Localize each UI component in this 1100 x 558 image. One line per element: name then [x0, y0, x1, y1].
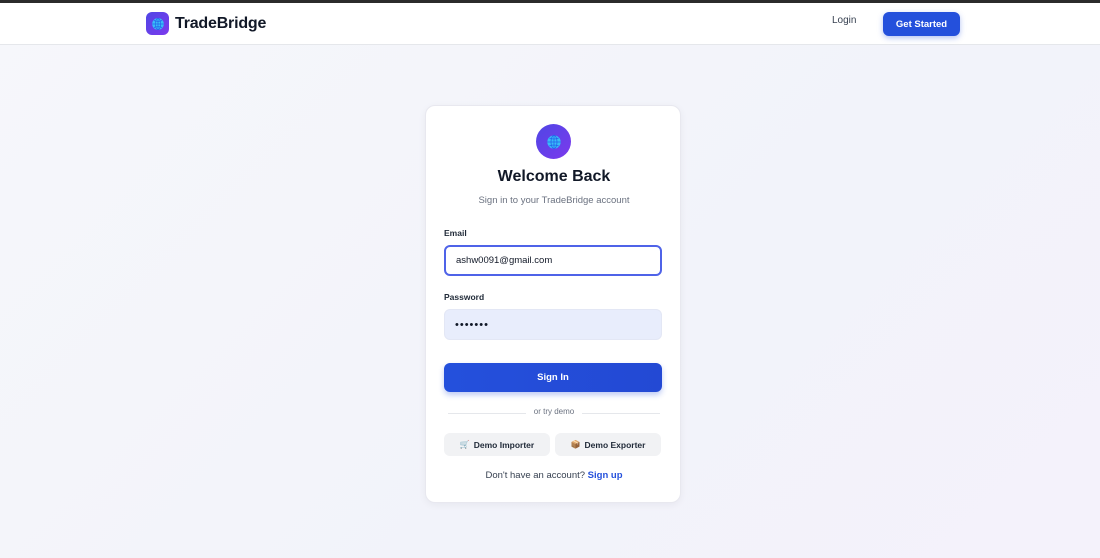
- login-link[interactable]: Login: [832, 15, 856, 26]
- divider-line: [582, 413, 660, 414]
- demo-divider: or try demo: [448, 407, 660, 419]
- password-field[interactable]: [444, 309, 662, 340]
- navbar: TradeBridge Login Get Started: [0, 3, 1100, 45]
- package-icon: 📦: [570, 439, 581, 449]
- sign-up-link[interactable]: Sign up: [588, 470, 623, 481]
- password-label: Password: [444, 292, 485, 302]
- signup-row: Don't have an account? Sign up: [426, 470, 682, 481]
- signup-prompt: Don't have an account?: [485, 470, 586, 481]
- demo-exporter-label: Demo Exporter: [584, 439, 646, 450]
- demo-importer-button[interactable]: 🛒 Demo Importer: [444, 433, 550, 456]
- globe-icon: [536, 124, 571, 159]
- demo-exporter-button[interactable]: 📦 Demo Exporter: [555, 433, 661, 456]
- email-label: Email: [444, 228, 467, 238]
- brand[interactable]: TradeBridge: [146, 12, 266, 35]
- divider-text: or try demo: [533, 407, 575, 416]
- globe-icon: [146, 12, 169, 35]
- sign-in-button[interactable]: Sign In: [444, 363, 662, 392]
- brand-name: TradeBridge: [175, 14, 267, 32]
- signin-card: Welcome Back Sign in to your TradeBridge…: [425, 105, 681, 503]
- cart-icon: 🛒: [459, 439, 470, 449]
- demo-importer-label: Demo Importer: [473, 439, 535, 450]
- get-started-button[interactable]: Get Started: [883, 12, 960, 36]
- page-title: Welcome Back: [497, 168, 611, 185]
- email-field[interactable]: [444, 245, 662, 276]
- page-subtitle: Sign in to your TradeBridge account: [478, 195, 630, 206]
